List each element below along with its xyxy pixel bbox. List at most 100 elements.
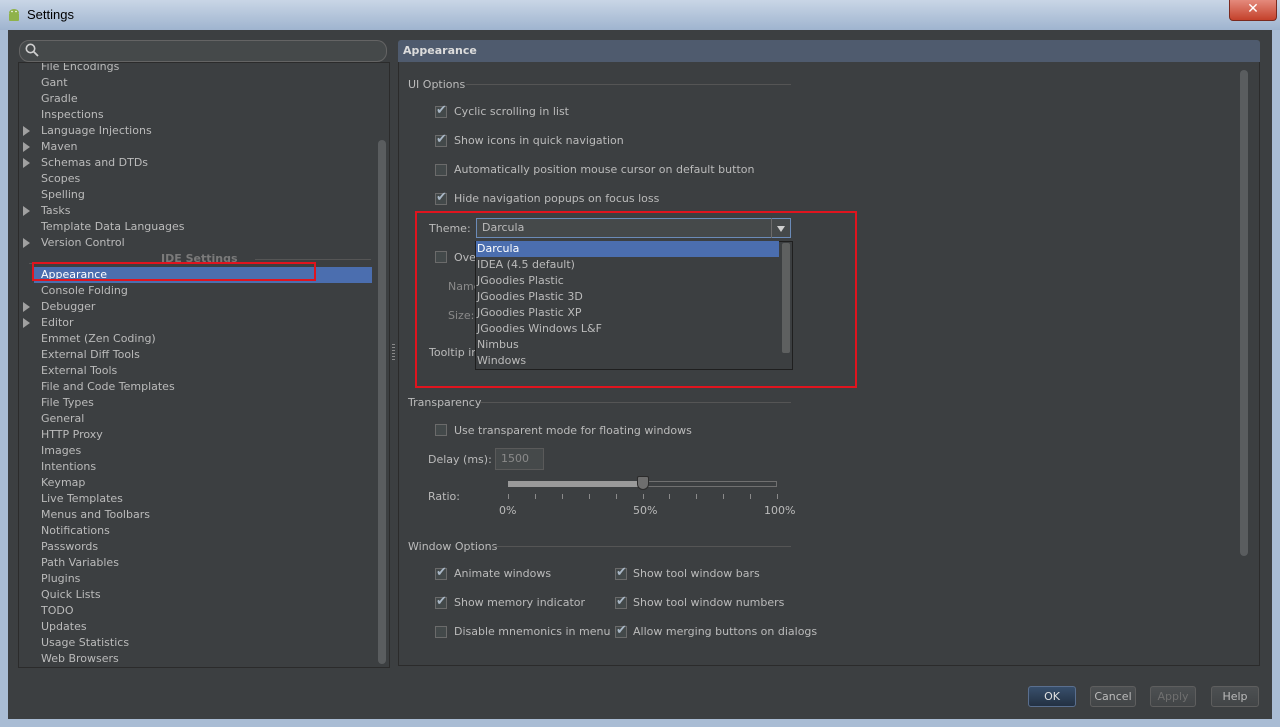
transparency-title: Transparency (408, 396, 482, 409)
sidebar-item[interactable]: Live Templates (41, 491, 123, 507)
sidebar-item[interactable]: Scopes (41, 171, 80, 187)
settings-search-input[interactable] (19, 40, 387, 62)
delay-input[interactable]: 1500 (495, 448, 544, 470)
window-options-divider (492, 546, 791, 547)
sidebar-item[interactable]: Menus and Toolbars (41, 507, 150, 523)
sidebar-item[interactable]: Notifications (41, 523, 110, 539)
sidebar-item[interactable]: File and Code Templates (41, 379, 175, 395)
panel-header (398, 40, 1260, 62)
settings-tree[interactable]: IDE Settings Appearance File Encodings Ga… (18, 62, 390, 668)
sidebar-item[interactable]: Version Control (41, 235, 125, 251)
help-button[interactable]: Help (1211, 686, 1259, 707)
window-option-checkbox[interactable] (435, 565, 447, 580)
window-option-checkbox[interactable] (435, 626, 447, 638)
slider-tick (535, 494, 536, 499)
ui-option-checkbox[interactable] (435, 103, 447, 118)
title-bar (0, 0, 1280, 30)
sidebar-item[interactable]: Tasks (41, 203, 70, 219)
tick-label-50: 50% (633, 504, 658, 517)
sidebar-item[interactable]: Gradle (41, 91, 78, 107)
slider-tick (508, 494, 509, 499)
sidebar-item[interactable]: Images (41, 443, 81, 459)
sidebar-item[interactable]: Debugger (41, 299, 95, 315)
sidebar-item[interactable]: TODO (41, 603, 74, 619)
transparent-mode-checkbox[interactable] (435, 424, 447, 436)
expand-arrow-icon[interactable] (23, 142, 30, 152)
ui-option-label: Automatically position mouse cursor on d… (454, 163, 755, 176)
window-options-title: Window Options (408, 540, 498, 553)
sidebar-item[interactable]: Plugins (41, 571, 80, 587)
sidebar-item[interactable]: Updates (41, 619, 87, 635)
expand-arrow-icon[interactable] (23, 302, 30, 312)
panel-scrollbar[interactable] (1240, 70, 1248, 556)
sidebar-item[interactable]: Editor (41, 315, 74, 331)
apply-button[interactable]: Apply (1150, 686, 1196, 707)
cancel-button[interactable]: Cancel (1090, 686, 1136, 707)
sidebar-item[interactable]: Intentions (41, 459, 96, 475)
window-option-checkbox[interactable] (615, 623, 627, 638)
ui-options-divider (466, 84, 791, 85)
expand-arrow-icon[interactable] (23, 206, 30, 216)
android-app-icon (9, 9, 19, 21)
sidebar-item[interactable]: Web Browsers (41, 651, 119, 667)
expand-arrow-icon[interactable] (23, 238, 30, 248)
ratio-slider-thumb[interactable] (637, 476, 649, 490)
expand-arrow-icon[interactable] (23, 158, 30, 168)
window-option-label: Disable mnemonics in menu (454, 625, 611, 638)
sidebar-item[interactable]: Passwords (41, 539, 98, 555)
window-option-checkbox[interactable] (435, 594, 447, 609)
slider-tick (696, 494, 697, 499)
ui-option-label: Hide navigation popups on focus loss (454, 192, 660, 205)
sidebar-item[interactable]: External Tools (41, 363, 117, 379)
slider-tick (643, 494, 644, 499)
sidebar-item[interactable]: Template Data Languages (41, 219, 184, 235)
ui-option-checkbox[interactable] (435, 164, 447, 176)
sidebar-item[interactable]: External Diff Tools (41, 347, 140, 363)
splitter-handle[interactable] (392, 344, 395, 360)
sidebar-scrollbar[interactable] (378, 140, 386, 664)
ui-option-checkbox[interactable] (435, 132, 447, 147)
window-frame-right (1272, 30, 1280, 727)
sidebar-item[interactable]: Spelling (41, 187, 85, 203)
window-frame-left (0, 30, 8, 727)
slider-tick (669, 494, 670, 499)
slider-tick (723, 494, 724, 499)
sidebar-item[interactable]: Console Folding (41, 283, 128, 299)
sidebar-item[interactable]: Schemas and DTDs (41, 155, 148, 171)
ok-button[interactable]: OK (1028, 686, 1076, 707)
sidebar-item[interactable]: File Encodings (41, 63, 119, 75)
sidebar-item[interactable]: Keymap (41, 475, 85, 491)
sidebar-item[interactable]: Emmet (Zen Coding) (41, 331, 156, 347)
ui-option-label: Show icons in quick navigation (454, 134, 624, 147)
window-title: Settings (27, 7, 74, 22)
highlight-box-appearance (32, 262, 316, 281)
close-window-button[interactable]: ✕ (1229, 0, 1277, 21)
window-frame-bottom (0, 719, 1280, 727)
ratio-label: Ratio: (428, 490, 460, 503)
sidebar-item[interactable]: Quick Lists (41, 587, 101, 603)
window-option-checkbox[interactable] (615, 565, 627, 580)
sidebar-item[interactable]: Maven (41, 139, 77, 155)
sidebar-item[interactable]: Language Injections (41, 123, 152, 139)
ratio-slider-fill (508, 481, 643, 487)
window-option-label: Show tool window bars (633, 567, 760, 580)
sidebar-item[interactable]: Inspections (41, 107, 104, 123)
sidebar-item[interactable]: Path Variables (41, 555, 119, 571)
tick-label-0: 0% (499, 504, 517, 517)
sidebar-item[interactable]: HTTP Proxy (41, 427, 103, 443)
slider-tick (589, 494, 590, 499)
sidebar-item[interactable]: Usage Statistics (41, 635, 129, 651)
expand-arrow-icon[interactable] (23, 126, 30, 136)
sidebar-item[interactable]: General (41, 411, 84, 427)
ui-option-checkbox[interactable] (435, 190, 447, 205)
expand-arrow-icon[interactable] (23, 318, 30, 328)
sidebar-item[interactable]: File Types (41, 395, 94, 411)
window-option-label: Animate windows (454, 567, 552, 580)
panel-title: Appearance (403, 44, 477, 57)
ui-option-label: Cyclic scrolling in list (454, 105, 569, 118)
slider-tick (562, 494, 563, 499)
sidebar-item[interactable]: Gant (41, 75, 68, 91)
transparency-divider (480, 402, 791, 403)
window-option-checkbox[interactable] (615, 594, 627, 609)
window-option-label: Show memory indicator (454, 596, 586, 609)
